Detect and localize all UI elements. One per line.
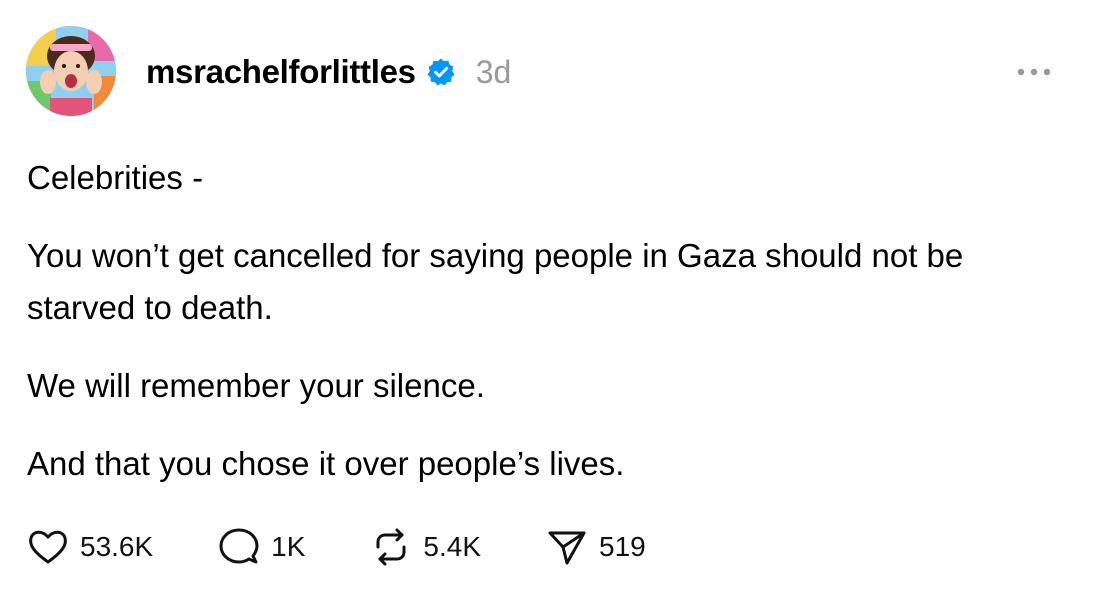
- more-options-button[interactable]: [1014, 58, 1054, 86]
- post-paragraph: We will remember your silence.: [27, 367, 485, 404]
- comment-icon: [217, 525, 261, 569]
- like-button[interactable]: 53.6K: [26, 525, 153, 569]
- repost-count: 5.4K: [423, 531, 482, 562]
- avatar[interactable]: [26, 26, 116, 116]
- heart-icon: [26, 525, 70, 569]
- post-body: Celebrities - You won’t get cancelled fo…: [27, 152, 1067, 516]
- send-icon: [545, 525, 589, 569]
- repost-icon: [369, 525, 413, 569]
- verified-badge-icon: [426, 57, 456, 87]
- thread-post: msrachelforlittles 3d Celebrities - You …: [0, 0, 1098, 600]
- avatar-image: [26, 26, 116, 116]
- post-paragraph: You won’t get cancelled for saying peopl…: [27, 237, 964, 326]
- share-count: 519: [599, 531, 646, 562]
- reply-button[interactable]: 1K: [217, 525, 305, 569]
- post-header: msrachelforlittles 3d: [146, 50, 511, 94]
- reply-count: 1K: [271, 531, 306, 562]
- username[interactable]: msrachelforlittles: [146, 53, 416, 91]
- post-actions: 53.6K 1K 5.4K 519: [26, 522, 646, 572]
- post-timestamp: 3d: [475, 53, 512, 90]
- post-paragraph: And that you chose it over people’s live…: [27, 445, 625, 482]
- share-button[interactable]: 519: [545, 525, 646, 569]
- repost-button[interactable]: 5.4K: [369, 525, 481, 569]
- post-paragraph: Celebrities -: [27, 159, 204, 196]
- like-count: 53.6K: [80, 531, 154, 562]
- more-options-icon: [1017, 68, 1051, 76]
